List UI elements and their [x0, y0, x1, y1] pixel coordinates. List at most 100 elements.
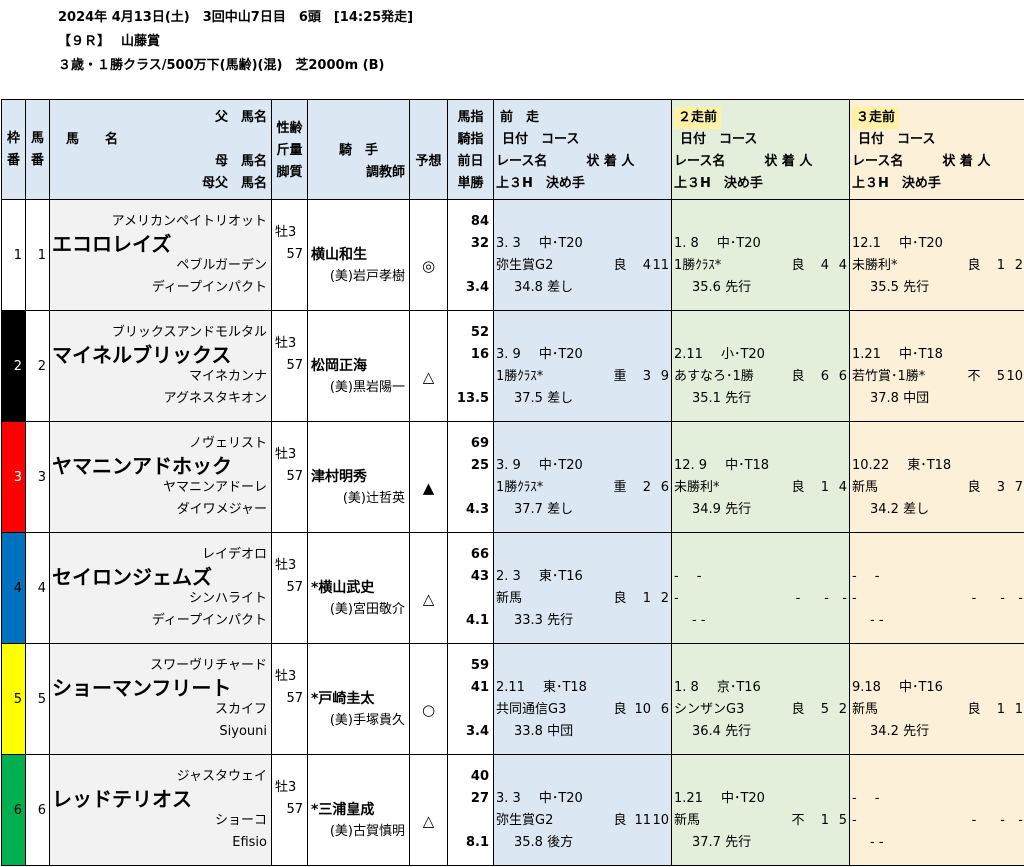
horse-row[interactable]: 2 2 ブリックスアンドモルタル マイネルブリックス マイネカンナ アグネスタキオン 牡3 5…: [1, 310, 1024, 422]
jockey-index: 41: [470, 680, 489, 695]
waku-number: 3: [13, 469, 22, 485]
header-prev1: 前 走 日付 コース レース名 状 着 人 上３H 決め手: [493, 99, 672, 200]
p2-style: 先行: [725, 280, 752, 295]
p1-last3: 33.8: [514, 724, 543, 739]
p2-race-line: 未勝利* 良 1 4: [673, 477, 849, 499]
horse-row[interactable]: 1 1 アメリカンペイトリオット エコロレイズ ペブルガーデン ディープインパクト 牡3 57…: [1, 199, 1024, 311]
horse-row[interactable]: 4 4 レイデオロ セイロンジェムズ シンハライト ディープインパクト 牡3 57 *横山武史(…: [1, 532, 1024, 644]
header-prev3-date: 日付 コース: [858, 131, 936, 147]
p3-date: 1.21: [852, 347, 881, 362]
p3-cond: 良: [967, 258, 981, 273]
p3-style: 差し: [903, 502, 930, 517]
p1-race-line: 1勝ｸﾗｽ* 重 3 9: [495, 366, 671, 388]
p2-last3: 34.9: [692, 502, 721, 517]
waku-cell: 2: [1, 310, 26, 422]
p1-finish: 3: [642, 369, 651, 384]
p2-last-line: 35.1 先行: [673, 388, 849, 410]
carried-weight: 57: [286, 691, 303, 706]
p3-cell: 12.1 中･T20 未勝利* 良 1 2 35.5 先行: [849, 199, 1024, 311]
p3-last3: -: [870, 835, 875, 850]
prediction-mark: △: [422, 368, 435, 386]
horse-name[interactable]: マイネルブリックス: [51, 344, 271, 366]
p3-last3: 35.5: [870, 280, 899, 295]
header-sire: 父 馬名: [214, 109, 267, 125]
horse-name[interactable]: セイロンジェムズ: [51, 566, 271, 588]
p3-date-line: 9.18 中･T16: [851, 677, 1024, 699]
win-odds: 13.5: [456, 391, 489, 406]
p2-date-line: 12. 9 中･T18: [673, 455, 849, 477]
header-prev1-last: 上３H 決め手: [496, 175, 585, 191]
p3-finish: 3: [996, 480, 1005, 495]
p1-cond: 良: [613, 258, 627, 273]
jockey-cell: *戸崎圭太 (美)手塚貴久: [307, 643, 410, 755]
p3-race-line: 若竹賞･1勝* 不 5 10: [851, 366, 1024, 388]
header-prev1-title: 前 走: [500, 109, 540, 125]
p3-cell: 1.21 中･T18 若竹賞･1勝* 不 5 10 37.8 中団: [849, 310, 1024, 422]
jockey-index: 43: [470, 569, 489, 584]
p1-style: 中団: [547, 724, 574, 739]
jockey-name: *三浦皇成: [311, 802, 375, 818]
p1-last-line: 33.8 中団: [495, 721, 671, 743]
race-header: 2024年 4月13日(土) 3回中山7日目 6頭 [14:25発走] 【９Ｒ】…: [0, 0, 1024, 100]
horse-row[interactable]: 5 5 スワーヴリチャード ショーマンフリート スカイフ Siyouni 牡3 57 *戸崎圭太…: [1, 643, 1024, 755]
p2-date-line: 1. 8 京･T16: [673, 677, 849, 699]
p1-finish: 4: [642, 258, 651, 273]
p1-popularity: 6: [660, 702, 669, 717]
horse-number: 1: [37, 247, 46, 263]
p2-date: 2.11: [674, 347, 703, 362]
p3-style: 中団: [903, 391, 930, 406]
p2-race: 未勝利*: [674, 480, 720, 495]
horse-index: 84: [470, 214, 489, 229]
p2-cell: 12. 9 中･T18 未勝利* 良 1 4 34.9 先行: [671, 421, 850, 533]
p3-race: 新馬: [852, 702, 879, 717]
header-index: 馬指 騎指 前日 単勝: [447, 99, 494, 200]
waku-cell: 1: [1, 199, 26, 311]
p1-last3: 37.7: [514, 502, 543, 517]
sire-name: ジャスタウェイ: [176, 769, 267, 784]
trainer-name: (美)岩戸孝樹: [329, 269, 405, 284]
p2-course: 京･T16: [716, 680, 761, 695]
sex-age: 牡3: [275, 780, 297, 795]
index-cell: 84 32 3.4: [447, 199, 494, 311]
horse-row[interactable]: 6 6 ジャスタウェイ レッドテリオス ショーコ Efisio 牡3 57 *三浦皇成 (美)古賀…: [1, 754, 1024, 866]
horse-name[interactable]: ヤマニンアドホック: [51, 455, 271, 477]
p2-date-line: 1. 8 中･T20: [673, 233, 849, 255]
header-sex: 性齢: [276, 120, 303, 136]
p2-date-line: --: [673, 566, 849, 588]
p3-finish: 1: [996, 258, 1005, 273]
p2-course: 中･T18: [725, 458, 770, 473]
horse-name[interactable]: エコロレイズ: [51, 233, 271, 255]
p3-last3: 34.2: [870, 502, 899, 517]
p3-race: 新馬: [852, 480, 879, 495]
p2-finish: 1: [820, 480, 829, 495]
dam-name: ペブルガーデン: [176, 258, 267, 273]
uma-cell: 1: [25, 199, 50, 311]
p3-race: -: [852, 813, 857, 828]
p2-popularity: 2: [838, 702, 847, 717]
horse-name[interactable]: レッドテリオス: [51, 788, 271, 810]
trainer-name: (美)黒岩陽一: [329, 380, 405, 395]
carried-weight: 57: [286, 802, 303, 817]
horse-number: 4: [37, 580, 46, 596]
p1-last-line: 37.7 差し: [495, 499, 671, 521]
p1-popularity: 11: [652, 258, 669, 273]
p1-finish: 11: [634, 813, 651, 828]
horse-name[interactable]: ショーマンフリート: [51, 677, 271, 699]
waku-number: 6: [13, 802, 22, 818]
pedigree-cell: ジャスタウェイ レッドテリオス ショーコ Efisio: [49, 754, 272, 866]
waku-cell: 4: [1, 532, 26, 644]
jockey-name: 横山和生: [311, 247, 367, 263]
p1-cell: 2.11 東･T18 共同通信G3 良 10 6 33.8 中団: [493, 643, 672, 755]
jockey-cell: *三浦皇成 (美)古賀慎明: [307, 754, 410, 866]
yoso-cell: ◎: [409, 199, 448, 311]
p3-cell: ------- -: [849, 754, 1024, 866]
index-cell: 40 27 8.1: [447, 754, 494, 866]
dam-name: シンハライト: [188, 591, 267, 606]
p3-course: 東･T18: [907, 458, 952, 473]
horse-row[interactable]: 3 3 ノヴェリスト ヤマニンアドホック ヤマニンアドーレ ダイワメジャー 牡3 57 津村明秀…: [1, 421, 1024, 533]
p1-cond: 良: [613, 813, 627, 828]
p3-finish: -: [1000, 591, 1005, 606]
p3-popularity: 10: [1006, 369, 1023, 384]
header-prev2-title: ２走前: [674, 106, 722, 129]
damsire-name: Siyouni: [219, 724, 267, 739]
